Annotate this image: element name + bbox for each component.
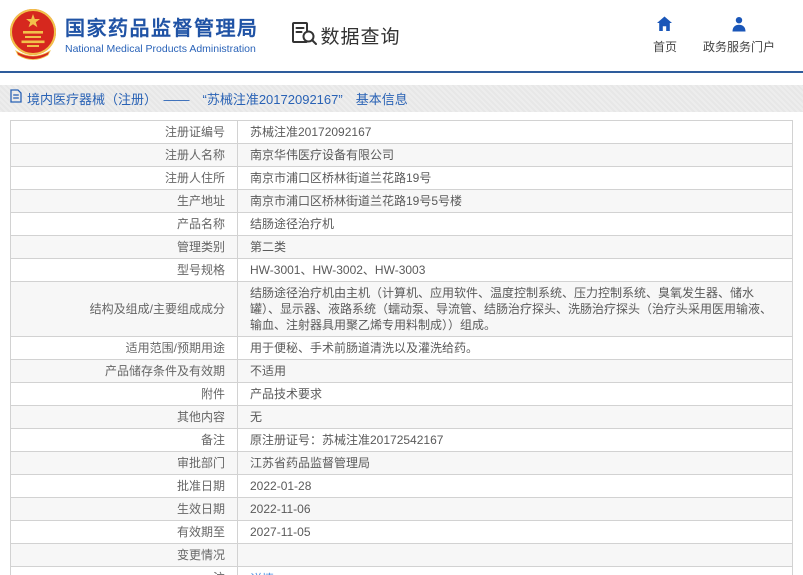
row-label: 结构及组成/主要组成成分 bbox=[10, 281, 238, 337]
row-label: 注册人住所 bbox=[10, 166, 238, 190]
table-row: 有效期至 2027-11-05 bbox=[10, 520, 793, 544]
breadcrumb: 境内医疗器械（注册） —— “苏械注准20172092167” 基本信息 bbox=[0, 85, 803, 112]
row-value: 详情 bbox=[237, 566, 793, 575]
row-value: 无 bbox=[237, 405, 793, 429]
row-label: ●注 bbox=[10, 566, 238, 575]
site-title-block: 国家药品监督管理局 National Medical Products Admi… bbox=[65, 17, 259, 55]
national-emblem-icon bbox=[8, 6, 58, 65]
table-row: 注册证编号 苏械注准20172092167 bbox=[10, 120, 793, 144]
row-label: 生产地址 bbox=[10, 189, 238, 213]
info-table-body: 注册证编号 苏械注准20172092167 注册人名称 南京华伟医疗设备有限公司 注册人… bbox=[10, 120, 793, 575]
data-query-icon bbox=[291, 21, 318, 51]
row-value: 南京市浦口区桥林街道兰花路19号 bbox=[237, 166, 793, 190]
row-label: 有效期至 bbox=[10, 520, 238, 544]
row-value: 结肠途径治疗机 bbox=[237, 212, 793, 236]
row-value: 南京市浦口区桥林街道兰花路19号5号楼 bbox=[237, 189, 793, 213]
section-title: 数据查询 bbox=[320, 27, 401, 48]
row-label: 适用范围/预期用途 bbox=[10, 336, 238, 360]
row-label: 审批部门 bbox=[10, 451, 238, 475]
document-icon bbox=[10, 89, 22, 108]
table-row: 审批部门 江苏省药品监督管理局 bbox=[10, 451, 793, 475]
row-value: 南京华伟医疗设备有限公司 bbox=[237, 143, 793, 167]
table-row: 注册人名称 南京华伟医疗设备有限公司 bbox=[10, 143, 793, 167]
row-label: 其他内容 bbox=[10, 405, 238, 429]
row-label: 管理类别 bbox=[10, 235, 238, 259]
table-row: 型号规格 HW-3001、HW-3002、HW-3003 bbox=[10, 258, 793, 282]
row-label: 产品储存条件及有效期 bbox=[10, 359, 238, 383]
table-row: 结构及组成/主要组成成分 结肠途径治疗机由主机（计算机、应用软件、温度控制系统、压… bbox=[10, 281, 793, 337]
table-row: 管理类别 第二类 bbox=[10, 235, 793, 259]
row-value: 2022-11-06 bbox=[237, 497, 793, 521]
row-value: 不适用 bbox=[237, 359, 793, 383]
registration-info-table: 注册证编号 苏械注准20172092167 注册人名称 南京华伟医疗设备有限公司 注册人… bbox=[10, 120, 793, 575]
row-label: 注册证编号 bbox=[10, 120, 238, 144]
home-icon bbox=[656, 16, 673, 35]
row-value: HW-3001、HW-3002、HW-3003 bbox=[237, 258, 793, 282]
row-value bbox=[237, 543, 793, 567]
table-row: 产品名称 结肠途径治疗机 bbox=[10, 212, 793, 236]
table-row: 产品储存条件及有效期 不适用 bbox=[10, 359, 793, 383]
site-header: 国家药品监督管理局 National Medical Products Admi… bbox=[0, 0, 803, 73]
row-label: 变更情况 bbox=[10, 543, 238, 567]
nav-gov-portal-label: 政务服务门户 bbox=[702, 40, 775, 54]
row-value: 结肠途径治疗机由主机（计算机、应用软件、温度控制系统、压力控制系统、臭氧发生器、… bbox=[237, 281, 793, 337]
detail-link[interactable]: 详情 bbox=[250, 572, 274, 575]
table-row: 适用范围/预期用途 用于便秘、手术前肠道清洗以及灌洗给药。 bbox=[10, 336, 793, 360]
site-logo[interactable]: 国家药品监督管理局 National Medical Products Admi… bbox=[8, 6, 259, 65]
breadcrumb-text: 境内医疗器械（注册） —— “苏械注准20172092167” 基本信息 bbox=[27, 92, 408, 107]
row-label: 注册人名称 bbox=[10, 143, 238, 167]
table-row: 其他内容无 bbox=[10, 405, 793, 429]
table-row: 变更情况 bbox=[10, 543, 793, 567]
row-value: 用于便秘、手术前肠道清洗以及灌洗给药。 bbox=[237, 336, 793, 360]
nav-gov-portal[interactable]: 政务服务门户 bbox=[703, 16, 775, 55]
row-label: 生效日期 bbox=[10, 497, 238, 521]
site-title: 国家药品监督管理局 bbox=[65, 17, 259, 40]
row-value: 2022-01-28 bbox=[237, 474, 793, 498]
table-row: 生效日期 2022-11-06 bbox=[10, 497, 793, 521]
user-icon bbox=[731, 16, 747, 35]
row-value: 苏械注准20172092167 bbox=[237, 120, 793, 144]
row-value: 第二类 bbox=[237, 235, 793, 259]
row-value: 江苏省药品监督管理局 bbox=[237, 451, 793, 475]
row-label: 批准日期 bbox=[10, 474, 238, 498]
site-subtitle: National Medical Products Administration bbox=[65, 42, 256, 55]
row-label: 型号规格 bbox=[10, 258, 238, 282]
row-label: 备注 bbox=[10, 428, 238, 452]
row-value: 产品技术要求 bbox=[237, 382, 793, 406]
header-nav: 首页 政务服务门户 bbox=[653, 16, 775, 55]
table-row: 批准日期 2022-01-28 bbox=[10, 474, 793, 498]
table-row: 备注 原注册证号：苏械注准20172542167 bbox=[10, 428, 793, 452]
table-row: 生产地址 南京市浦口区桥林街道兰花路19号5号楼 bbox=[10, 189, 793, 213]
row-label: 附件 bbox=[10, 382, 238, 406]
table-row: ●注详情 bbox=[10, 566, 793, 575]
data-query-link[interactable]: 数据查询 bbox=[291, 21, 401, 51]
row-value: 原注册证号：苏械注准20172542167 bbox=[237, 428, 793, 452]
table-row: 附件 产品技术要求 bbox=[10, 382, 793, 406]
nav-home-label: 首页 bbox=[652, 40, 677, 54]
row-label: 产品名称 bbox=[10, 212, 238, 236]
table-row: 注册人住所 南京市浦口区桥林街道兰花路19号 bbox=[10, 166, 793, 190]
nav-home[interactable]: 首页 bbox=[653, 16, 677, 55]
row-value: 2027-11-05 bbox=[237, 520, 793, 544]
